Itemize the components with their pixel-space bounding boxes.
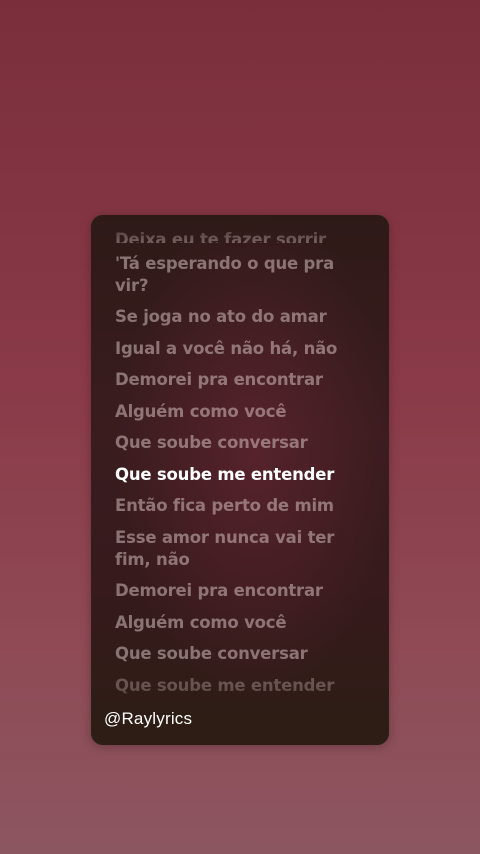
lyrics-list: Deixa eu te fazer sorrir 'Tá esperando o…: [115, 229, 365, 706]
lyric-line[interactable]: Que soube conversar: [115, 643, 365, 665]
lyric-line[interactable]: Então fica perto de mim: [115, 495, 365, 517]
lyric-line[interactable]: Esse amor nunca vai ter fim, não: [115, 527, 365, 571]
lyric-line[interactable]: Que soube me entender: [115, 675, 365, 697]
lyric-line[interactable]: Igual a você não há, não: [115, 338, 365, 360]
lyric-line[interactable]: Demorei pra encontrar: [115, 580, 365, 602]
lyric-line[interactable]: Alguém como você: [115, 401, 365, 423]
lyric-line[interactable]: Se joga no ato do amar: [115, 306, 365, 328]
lyric-line[interactable]: Que soube conversar: [115, 432, 365, 454]
watermark-handle: @Raylyrics: [104, 709, 193, 728]
lyric-line-current[interactable]: Que soube me entender: [115, 464, 365, 486]
lyrics-card: Deixa eu te fazer sorrir 'Tá esperando o…: [91, 215, 389, 745]
lyric-line[interactable]: Deixa eu te fazer sorrir: [115, 229, 365, 243]
lyric-line[interactable]: 'Tá esperando o que pra vir?: [115, 253, 365, 297]
lyric-line[interactable]: Alguém como você: [115, 612, 365, 634]
lyric-line[interactable]: Demorei pra encontrar: [115, 369, 365, 391]
